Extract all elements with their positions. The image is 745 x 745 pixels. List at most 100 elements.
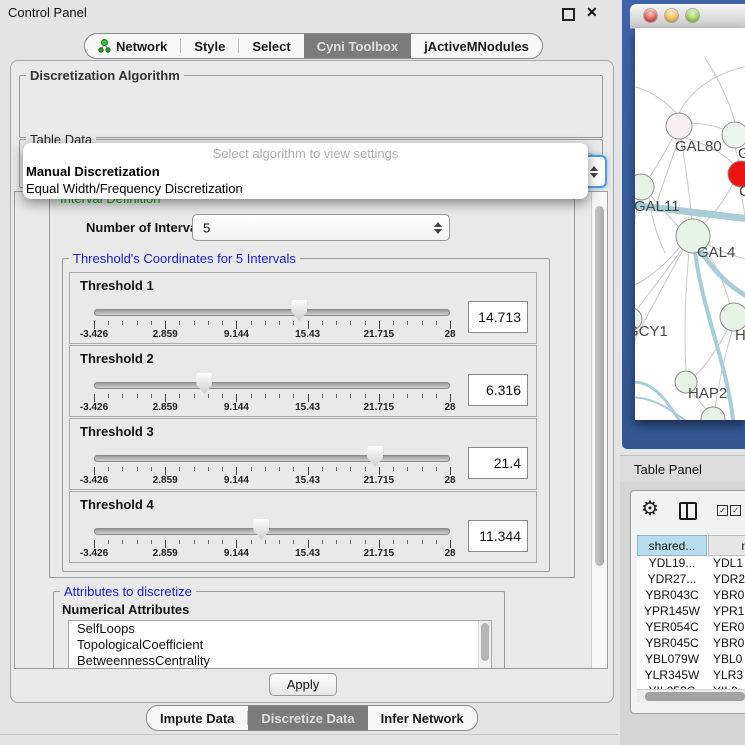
cell-name[interactable]: YBR0	[713, 636, 745, 650]
slider-handle[interactable]	[367, 446, 383, 467]
number-of-intervals-value: 5	[203, 220, 210, 235]
tick-mark	[122, 540, 123, 544]
threshold-slider[interactable]: -3.4262.8599.14415.4321.71528	[94, 273, 450, 343]
bottom-tab-impute-data[interactable]: Impute Data	[147, 706, 247, 730]
list-item[interactable]: SelfLoops	[69, 621, 491, 637]
threshold-slider[interactable]: -3.4262.8599.14415.4321.71528	[94, 346, 450, 416]
slider-handle[interactable]	[253, 519, 269, 540]
zoom-button[interactable]	[686, 9, 699, 22]
tick-mark	[436, 467, 437, 471]
node-table-panel: ⚙ ✓ ✓ shared...naYDL19...YDL1YDR27...YDR…	[630, 490, 745, 714]
columns-icon[interactable]	[679, 502, 697, 520]
tick-mark	[179, 321, 180, 325]
cell-name[interactable]: YBL0	[713, 652, 745, 666]
tab-style[interactable]: Style	[181, 34, 238, 58]
cell-shared-name[interactable]: YLR345W	[637, 668, 707, 682]
tick-mark	[222, 321, 223, 325]
cell-name[interactable]: YPR1	[713, 604, 745, 618]
scrollbar-thumb[interactable]	[645, 692, 745, 701]
list-scrollbar[interactable]	[478, 621, 491, 668]
cell-shared-name[interactable]: YDL19...	[637, 556, 707, 570]
table-row[interactable]: YLR345W YLR3	[637, 668, 745, 684]
tick-label: 9.144	[224, 475, 249, 486]
tab-select[interactable]: Select	[239, 34, 303, 58]
checkbox-icon: ✓	[717, 505, 728, 516]
close-button[interactable]	[644, 9, 657, 22]
dropdown-option[interactable]: Equal Width/Frequency Discretization	[23, 180, 588, 197]
numerical-attributes-list[interactable]: SelfLoopsTopologicalCoefficientBetweenne…	[68, 620, 492, 669]
table-row[interactable]: YBR043C YBR0	[637, 588, 745, 604]
scrollbar-thumb[interactable]	[595, 206, 604, 566]
network-graph: GAL80GACGAL11GAL4GCY1HHAP2	[635, 28, 745, 420]
tick-mark	[350, 394, 351, 398]
table-row[interactable]: YDR27... YDR2	[637, 572, 745, 588]
threshold-slider[interactable]: -3.4262.8599.14415.4321.71528	[94, 419, 450, 489]
tick-mark	[379, 467, 380, 475]
tick-mark	[293, 540, 294, 544]
cell-name[interactable]: YDR2	[713, 572, 745, 586]
cell-name[interactable]: YER0	[713, 620, 745, 634]
table-row[interactable]: YBL079W YBL0	[637, 652, 745, 668]
threshold-slider[interactable]: -3.4262.8599.14415.4321.71528	[94, 492, 450, 562]
horizontal-scrollbar[interactable]	[637, 689, 745, 703]
tick-mark	[279, 321, 280, 325]
cell-shared-name[interactable]: YBR045C	[637, 636, 707, 650]
scrollbar-thumb[interactable]	[481, 623, 489, 661]
cell-shared-name[interactable]: YDR27...	[637, 572, 707, 586]
network-edge	[649, 137, 673, 178]
number-of-intervals-combobox[interactable]: 5	[192, 214, 450, 241]
cell-shared-name[interactable]: YBR043C	[637, 588, 707, 602]
tick-label: 9.144	[224, 402, 249, 413]
tick-mark	[236, 394, 237, 402]
tick-mark	[151, 394, 152, 398]
table-row[interactable]: YDL19... YDL1	[637, 556, 745, 572]
cell-shared-name[interactable]: YER054C	[637, 620, 707, 634]
numerical-attributes-heading: Numerical Attributes	[62, 602, 189, 617]
dropdown-option[interactable]: Manual Discretization	[23, 163, 588, 180]
column-header-name[interactable]: na	[708, 535, 745, 556]
tick-label: 2.859	[153, 475, 178, 486]
list-item[interactable]: TopologicalCoefficient	[69, 637, 491, 653]
close-icon[interactable]: ✕	[586, 4, 598, 21]
tick-mark	[365, 394, 366, 398]
bottom-tab-infer-network[interactable]: Infer Network	[368, 706, 477, 730]
minimize-button[interactable]	[665, 9, 678, 22]
vertical-scrollbar[interactable]	[591, 192, 607, 668]
tab-jactivemnodules[interactable]: jActiveMNodules	[411, 34, 542, 58]
slider-handle[interactable]	[196, 373, 212, 394]
tick-mark	[450, 321, 451, 329]
tick-mark	[151, 540, 152, 544]
float-window-icon[interactable]	[562, 8, 575, 21]
network-canvas[interactable]: GAL80GACGAL11GAL4GCY1HHAP2	[635, 28, 745, 420]
tab-label: jActiveMNodules	[424, 39, 529, 54]
apply-button[interactable]: Apply	[269, 673, 337, 696]
network-window-titlebar[interactable]	[630, 4, 745, 29]
table-row[interactable]: YBR045C YBR0	[637, 636, 745, 652]
tick-mark	[308, 540, 309, 548]
cell-shared-name[interactable]: YBL079W	[637, 652, 707, 666]
network-node-GAL80[interactable]	[666, 113, 692, 139]
cell-name[interactable]: YLR3	[713, 668, 745, 682]
node-label: GAL4	[697, 244, 735, 261]
cell-name[interactable]: YBR0	[713, 588, 745, 602]
tick-mark	[137, 540, 138, 544]
tick-mark	[322, 321, 323, 325]
bottom-tab-discretize-data[interactable]: Discretize Data	[248, 706, 367, 730]
column-header-shared-name[interactable]: shared...	[637, 535, 707, 556]
threshold-value-field[interactable]	[468, 374, 528, 406]
table-row[interactable]: YPR145W YPR1	[637, 604, 745, 620]
gear-icon[interactable]: ⚙	[641, 499, 659, 519]
tab-cyni-toolbox[interactable]: Cyni Toolbox	[304, 34, 411, 58]
cell-name[interactable]: YDL1	[713, 556, 745, 570]
slider-handle[interactable]	[291, 300, 307, 321]
network-node-node-cut-bottom[interactable]	[701, 407, 725, 420]
checkboxes-icon[interactable]: ✓ ✓	[717, 505, 741, 516]
tab-network[interactable]: Network	[85, 34, 180, 58]
cell-shared-name[interactable]: YPR145W	[637, 604, 707, 618]
tick-label: 2.859	[153, 329, 178, 340]
list-item[interactable]: BetweennessCentrality	[69, 653, 491, 669]
threshold-value-field[interactable]	[468, 301, 528, 333]
threshold-value-field[interactable]	[468, 520, 528, 552]
table-row[interactable]: YER054C YER0	[637, 620, 745, 636]
threshold-value-field[interactable]	[468, 447, 528, 479]
